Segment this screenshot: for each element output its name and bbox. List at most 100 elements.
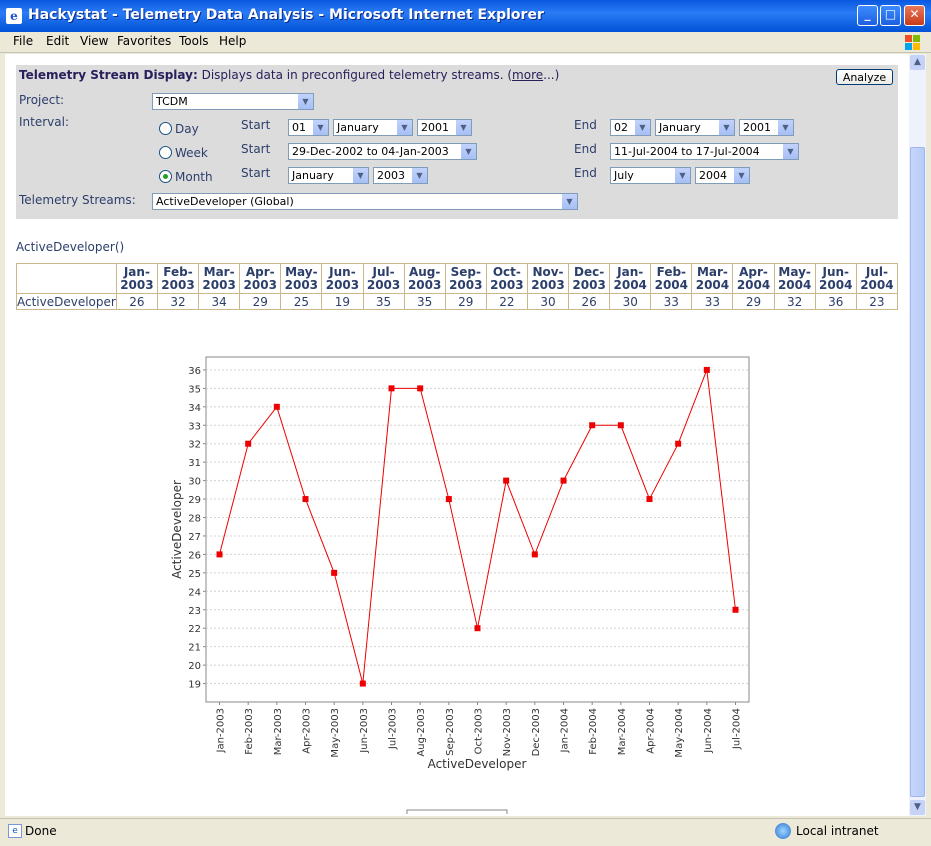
zone-text: Local intranet (796, 824, 879, 838)
page-content: Telemetry Stream Display: Displays data … (5, 54, 909, 816)
analyze-button[interactable]: Analyze (836, 69, 893, 85)
header-month: Jul- (373, 265, 395, 279)
month-start-month-value: January (292, 169, 334, 182)
menu-favorites[interactable]: Favorites (117, 34, 171, 48)
streams-label: Telemetry Streams: (19, 193, 136, 207)
header-month: Jun- (329, 265, 356, 279)
day-radio[interactable] (159, 122, 172, 135)
table-header-cell: Jul-2004 (856, 264, 897, 294)
chevron-down-icon: ▼ (719, 120, 734, 135)
header-month: Mar- (204, 265, 235, 279)
table-cell: 35 (404, 294, 445, 310)
table-header-cell: Apr-2004 (733, 264, 774, 294)
table-row-label: ActiveDeveloper (17, 294, 117, 310)
x-tick-label: May-2003 (330, 708, 341, 758)
more-suffix: ...) (543, 68, 559, 82)
y-tick-label: 31 (188, 458, 201, 469)
day-end-year-value: 2001 (743, 121, 771, 134)
header-year: 2003 (490, 278, 523, 292)
y-tick-label: 30 (188, 477, 201, 488)
chart-area: 192021222324252627282930313233343536Jan-… (5, 344, 909, 814)
intranet-icon (775, 823, 791, 839)
x-tick-label: Jan-2003 (216, 708, 227, 753)
y-tick-label: 35 (188, 384, 201, 395)
close-button[interactable]: ✕ (904, 5, 925, 26)
vertical-scrollbar[interactable]: ▲ ▼ (909, 54, 926, 816)
header-month: May- (285, 265, 317, 279)
month-end-year-select[interactable]: 2004▼ (695, 167, 750, 184)
y-tick-label: 28 (188, 514, 201, 525)
header-year: 2004 (655, 278, 688, 292)
chevron-down-icon: ▼ (635, 120, 650, 135)
minimize-button[interactable]: _ (857, 5, 878, 26)
chevron-down-icon: ▼ (313, 120, 328, 135)
header-month: Jan- (124, 265, 150, 279)
y-tick-label: 23 (188, 606, 201, 617)
page-icon: e (8, 824, 22, 838)
panel-header: Telemetry Stream Display: Displays data … (19, 68, 559, 82)
x-tick-label: Jun-2003 (359, 708, 370, 754)
header-month: Mar- (697, 265, 728, 279)
y-axis-label: ActiveDeveloper (170, 480, 184, 579)
table-header-cell: Jan-2004 (610, 264, 651, 294)
menu-edit[interactable]: Edit (46, 34, 69, 48)
header-month: Aug- (409, 265, 440, 279)
y-tick-label: 33 (188, 421, 201, 432)
x-tick-label: Mar-2003 (273, 708, 284, 755)
data-point (475, 625, 481, 631)
x-tick-label: Nov-2003 (502, 708, 513, 756)
table-header-cell: Jul-2003 (363, 264, 404, 294)
maximize-button[interactable]: □ (880, 5, 901, 26)
day-start-year-select[interactable]: 2001▼ (417, 119, 472, 136)
data-point (532, 551, 538, 557)
month-end-month-select[interactable]: July▼ (610, 167, 691, 184)
day-end-day-select[interactable]: 02▼ (610, 119, 651, 136)
week-start-select[interactable]: 29-Dec-2002 to 04-Jan-2003▼ (288, 143, 477, 160)
menu-file[interactable]: File (13, 34, 33, 48)
table-header-cell: Sep-2003 (445, 264, 486, 294)
month-radio[interactable] (159, 170, 172, 183)
table-corner-cell (17, 264, 117, 294)
menu-view[interactable]: View (80, 34, 108, 48)
x-axis-label: ActiveDeveloper (428, 757, 527, 771)
menu-tools[interactable]: Tools (179, 34, 209, 48)
chevron-down-icon: ▼ (783, 144, 798, 159)
week-end-select[interactable]: 11-Jul-2004 to 17-Jul-2004▼ (610, 143, 799, 160)
day-end-month-select[interactable]: January▼ (655, 119, 735, 136)
data-point (360, 681, 366, 687)
project-select[interactable]: TCDM▼ (152, 93, 314, 110)
day-start-day-select[interactable]: 01▼ (288, 119, 329, 136)
menu-help[interactable]: Help (219, 34, 246, 48)
month-start-year-value: 2003 (377, 169, 405, 182)
table-header-cell: Nov-2003 (527, 264, 568, 294)
table-header-cell: Jun-2003 (322, 264, 363, 294)
month-start-month-select[interactable]: January▼ (288, 167, 369, 184)
scroll-down-icon[interactable]: ▼ (910, 800, 925, 815)
scroll-up-icon[interactable]: ▲ (910, 55, 925, 70)
table-cell: 30 (527, 294, 568, 310)
table-header-cell: Oct-2003 (486, 264, 527, 294)
x-tick-label: Mar-2004 (617, 708, 628, 755)
header-month: Apr- (246, 265, 275, 279)
month-start-year-select[interactable]: 2003▼ (373, 167, 428, 184)
day-start-month-select[interactable]: January▼ (333, 119, 413, 136)
header-month: Feb- (163, 265, 192, 279)
header-month: May- (778, 265, 810, 279)
y-tick-label: 34 (188, 403, 201, 414)
scroll-thumb[interactable] (910, 147, 925, 797)
header-year: 2003 (572, 278, 605, 292)
panel-description: Displays data in preconfigured telemetry… (202, 68, 512, 82)
streams-select[interactable]: ActiveDeveloper (Global)▼ (152, 193, 578, 210)
day-end-year-select[interactable]: 2001▼ (739, 119, 794, 136)
week-radio[interactable] (159, 146, 172, 159)
more-link[interactable]: more (512, 68, 543, 82)
day-label: Day (175, 122, 199, 136)
table-cell: 22 (486, 294, 527, 310)
data-point (331, 570, 337, 576)
table-cell: 25 (281, 294, 322, 310)
chevron-down-icon: ▼ (397, 120, 412, 135)
table-header-cell: Aug-2003 (404, 264, 445, 294)
table-cell: 29 (445, 294, 486, 310)
table-row: ActiveDeveloper2632342925193535292230263… (17, 294, 898, 310)
data-point (417, 385, 423, 391)
